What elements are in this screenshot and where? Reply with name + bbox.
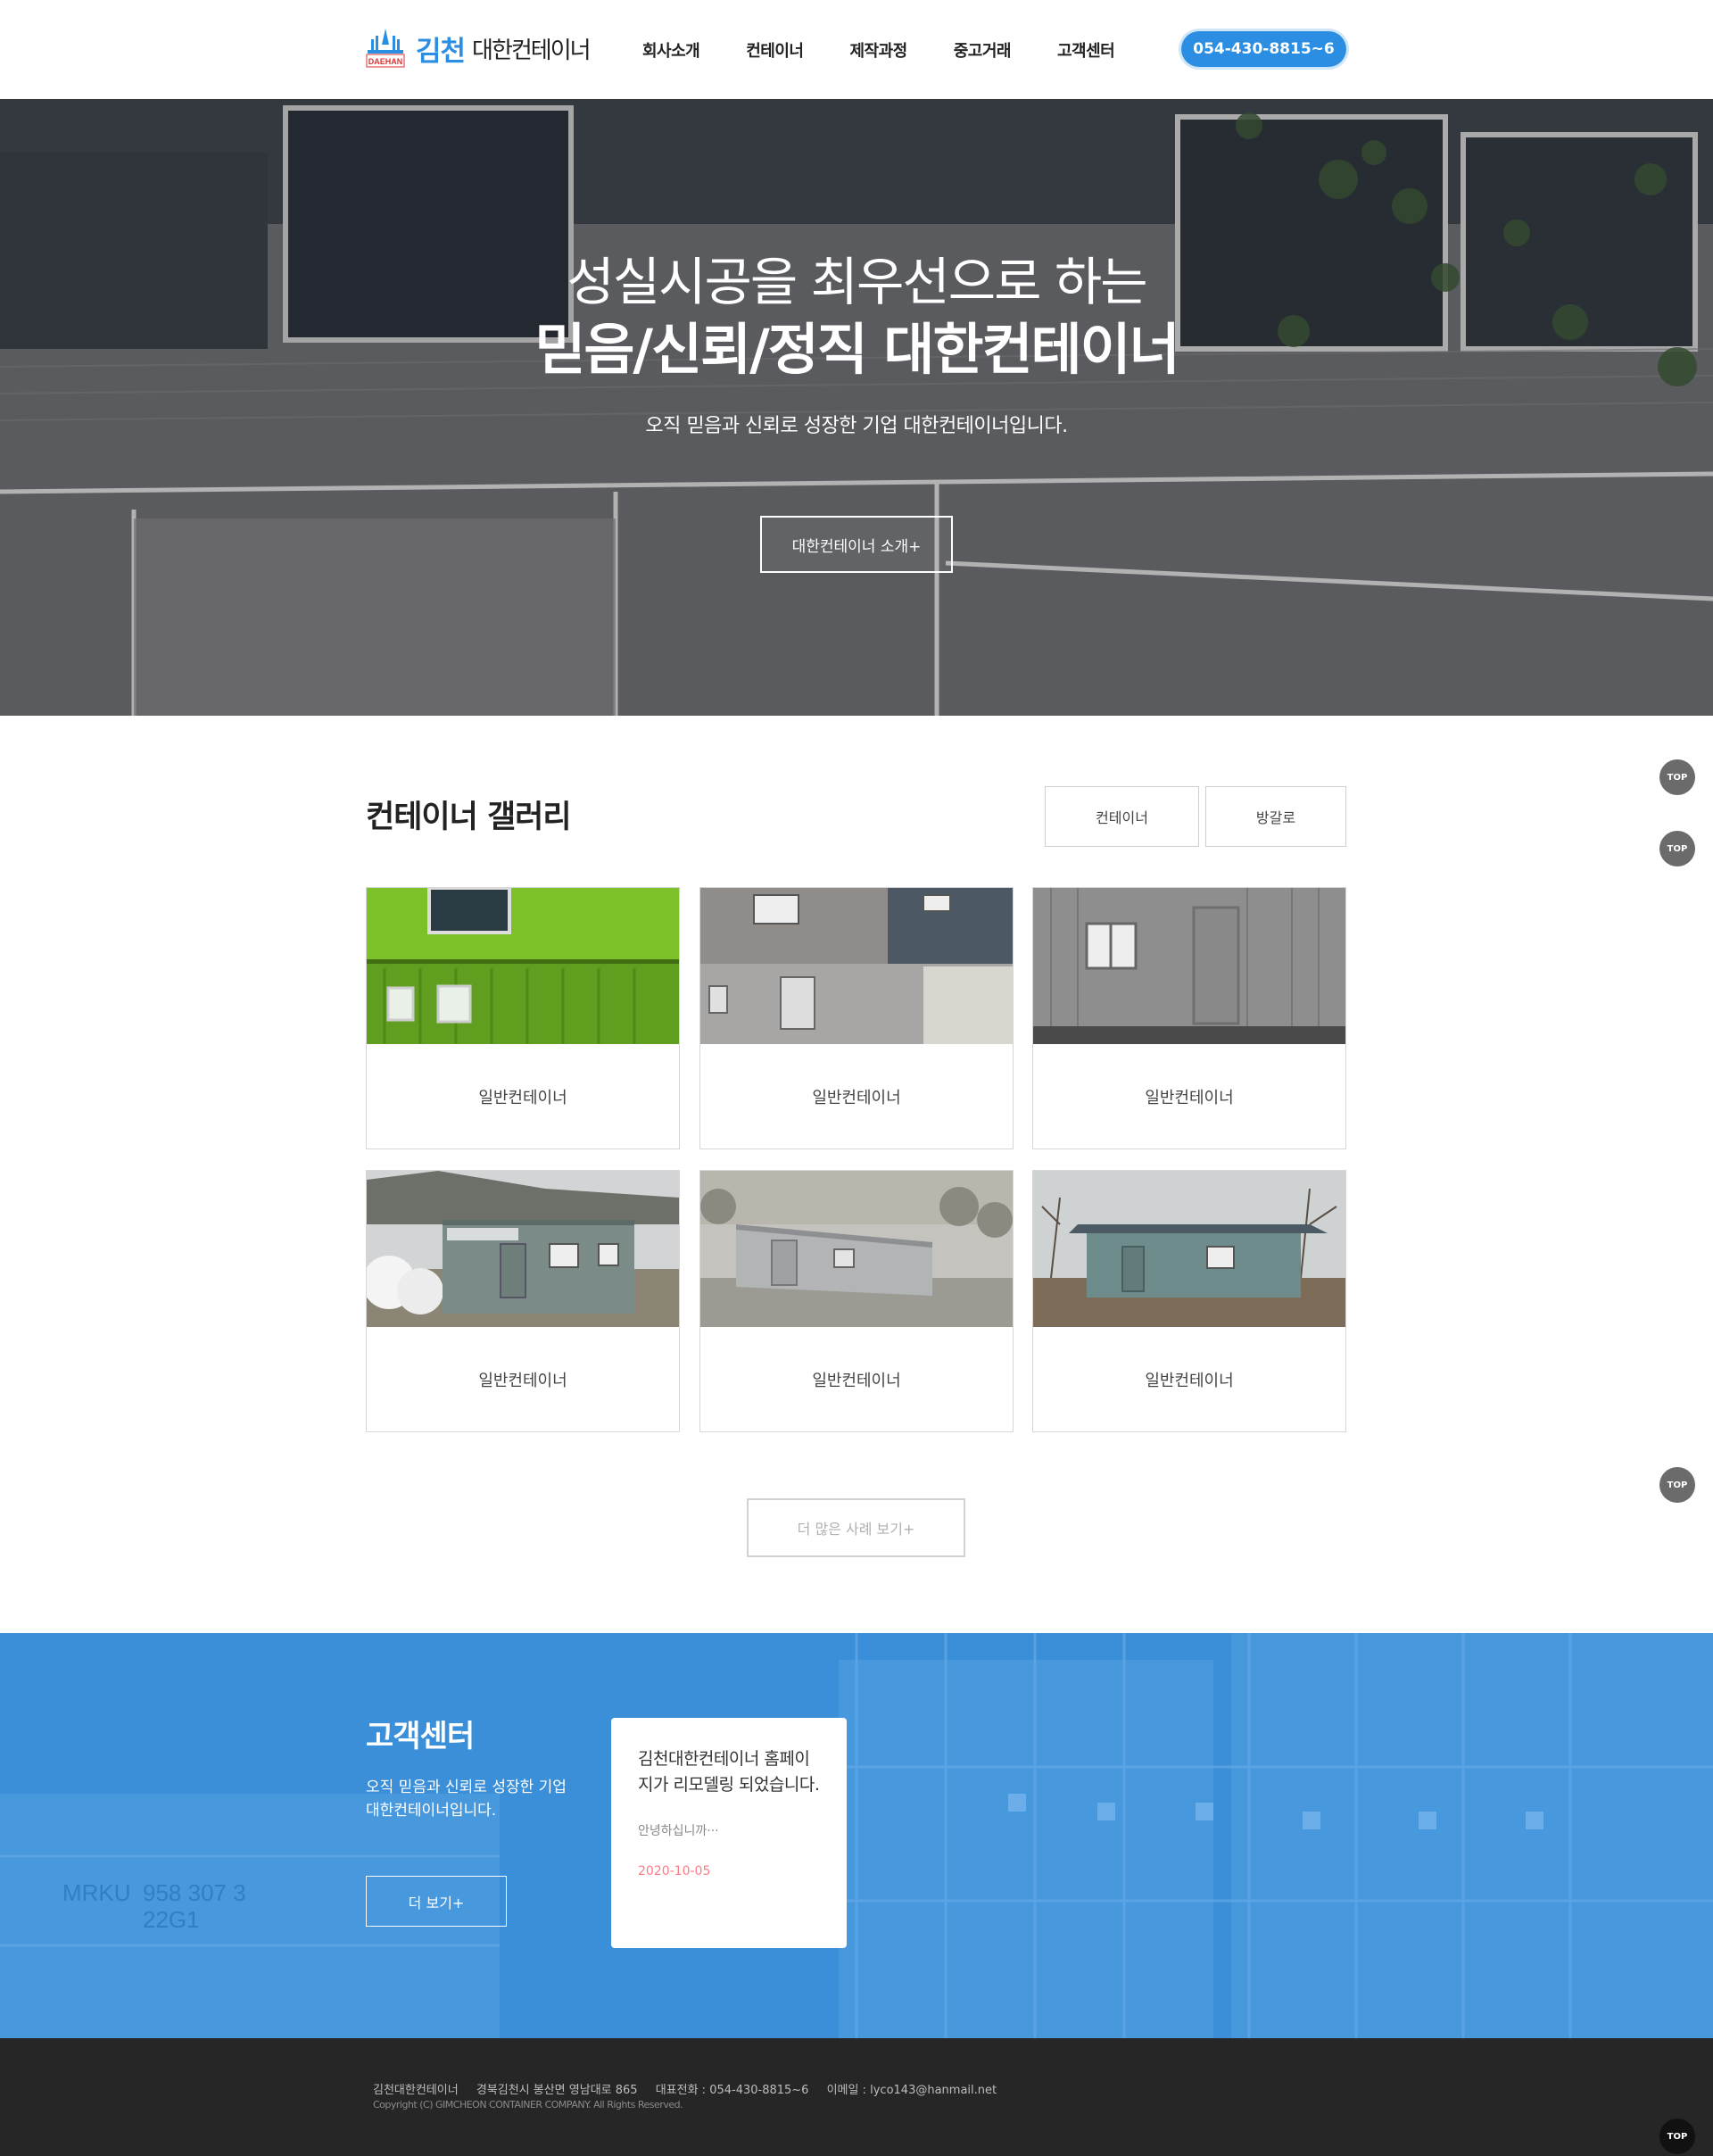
site-header: DAEHAN 김천 대한컨테이너 회사소개 컨테이너 제작과정 중고거래 고객센… [0, 0, 1713, 99]
gallery-card[interactable]: 일반컨테이너 [699, 887, 1014, 1149]
nav-item-company[interactable]: 회사소개 [642, 38, 700, 62]
scroll-top-button[interactable]: TOP [1659, 1467, 1695, 1503]
logo-accent-text: 김천 [416, 35, 466, 68]
gallery-card-label: 일반컨테이너 [812, 1088, 901, 1107]
gallery-card-label: 일반컨테이너 [478, 1371, 567, 1390]
notice-card[interactable]: 김천대한컨테이너 홈페이지가 리모델링 되었습니다. 안녕하십니까··· 202… [611, 1718, 847, 1948]
nav-item-process[interactable]: 제작과정 [850, 38, 908, 62]
green-container-photo [367, 888, 679, 1044]
company-intro-button[interactable]: 대한컨테이너 소개+ [760, 516, 953, 573]
hero-subtitle: 오직 믿음과 신뢰로 성장한 기업 대한컨테이너입니다. [645, 415, 1068, 437]
customer-center-section: MRKU 958 307 3 22G1 고객센터 오직 믿음과 신뢰로 성장한 기업… [0, 1633, 1713, 2038]
footer-email: 이메일 : lyco143@hanmail.net [826, 2084, 997, 2097]
site-logo[interactable]: DAEHAN 김천 대한컨테이너 [366, 25, 592, 71]
svg-text:22G1: 22G1 [143, 1906, 200, 1933]
customer-center-more-button[interactable]: 더 보기+ [366, 1876, 507, 1927]
footer-address: 경북김천시 봉산면 영남대로 865 [476, 2084, 638, 2097]
notice-preview: 안녕하십니까··· [638, 1824, 719, 1838]
hero-banner: 성실시공을 최우선으로 하는 믿음/신뢰/정직 대한컨테이너 오직 믿음과 신뢰… [0, 99, 1713, 716]
filter-container-button[interactable]: 컨테이너 [1045, 786, 1199, 847]
gallery-card[interactable]: 일반컨테이너 [366, 1170, 680, 1432]
notice-date: 2020-10-05 [638, 1864, 711, 1878]
gallery-card-label: 일반컨테이너 [1145, 1371, 1234, 1390]
gallery-card-label: 일반컨테이너 [1145, 1088, 1234, 1107]
hero-background-image [0, 99, 1713, 716]
nav-item-customer-center[interactable]: 고객센터 [1057, 38, 1115, 62]
gallery-card[interactable]: 일반컨테이너 [1032, 1170, 1346, 1432]
phone-button[interactable]: 054-430-8815~6 [1181, 31, 1346, 67]
customer-center-description: 오직 믿음과 신뢰로 성장한 기업 대한컨테이너입니다. [366, 1779, 567, 1820]
bungalow-container-photo [1033, 1171, 1345, 1327]
logo-mark-icon: DAEHAN [366, 27, 405, 70]
gallery-card-label: 일반컨테이너 [812, 1371, 901, 1390]
containers-background-image: MRKU 958 307 322G1 [0, 1633, 1713, 2038]
hero-title-line2: 믿음/신뢰/정직 대한컨테이너 [534, 317, 1179, 382]
nav-item-used-trade[interactable]: 중고거래 [954, 38, 1012, 62]
silver-container-row-photo [700, 1171, 1013, 1327]
gallery-title: 컨테이너 갤러리 [366, 800, 572, 835]
svg-text:958 307 3: 958 307 3 [143, 1879, 246, 1906]
gallery-card[interactable]: 일반컨테이너 [699, 1170, 1014, 1432]
gallery-card[interactable]: 일반컨테이너 [1032, 887, 1346, 1149]
scroll-top-button[interactable]: TOP [1659, 831, 1695, 867]
gallery-card[interactable]: 일반컨테이너 [366, 887, 680, 1149]
office-container-photo [367, 1171, 679, 1327]
footer-company: 김천대한컨테이너 [373, 2084, 459, 2097]
gray-stacked-container-photo [700, 888, 1013, 1044]
more-cases-button[interactable]: 더 많은 사례 보기+ [747, 1498, 965, 1557]
gallery-card-label: 일반컨테이너 [478, 1088, 567, 1107]
footer-phone: 대표전화 : 054-430-8815~6 [655, 2084, 809, 2097]
svg-text:DAEHAN: DAEHAN [368, 57, 403, 66]
svg-text:MRKU: MRKU [62, 1879, 131, 1906]
footer-copyright: Copyright (C) GIMCHEON CONTAINER COMPANY… [373, 2099, 683, 2110]
scroll-top-button[interactable]: TOP [1659, 2119, 1695, 2154]
footer-info: 김천대한컨테이너 경북김천시 봉산면 영남대로 865 대표전화 : 054-4… [373, 2080, 1011, 2097]
scroll-top-button[interactable]: TOP [1659, 759, 1695, 795]
gray-container-window-photo [1033, 888, 1345, 1044]
site-footer: 김천대한컨테이너 경북김천시 봉산면 영남대로 865 대표전화 : 054-4… [0, 2038, 1713, 2156]
main-nav: 회사소개 컨테이너 제작과정 중고거래 고객센터 [642, 0, 1161, 99]
logo-text: 대한컨테이너 [472, 37, 592, 64]
nav-item-container[interactable]: 컨테이너 [746, 38, 804, 62]
filter-bungalow-button[interactable]: 방갈로 [1205, 786, 1346, 847]
customer-center-title: 고객센터 [366, 1719, 475, 1754]
notice-title: 김천대한컨테이너 홈페이지가 리모델링 되었습니다. [638, 1749, 820, 1795]
